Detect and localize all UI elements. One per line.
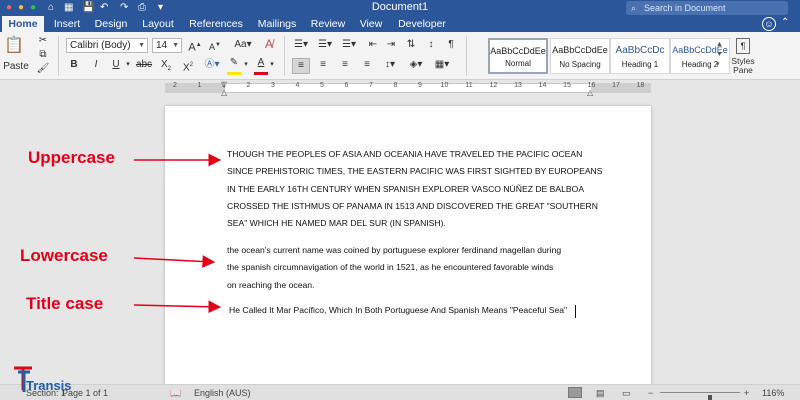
lowercase-arrow <box>133 255 216 268</box>
proofing-icon[interactable]: 📖 <box>170 387 181 399</box>
zoom-slider-thumb[interactable] <box>707 395 712 400</box>
outline-view-icon[interactable]: ▤ <box>596 387 605 399</box>
language-indicator[interactable]: English (AUS) <box>194 387 251 399</box>
annotation-arrows <box>133 153 222 314</box>
web-layout-view-icon[interactable]: ▭ <box>622 387 631 399</box>
zoom-in-icon[interactable]: + <box>744 387 749 399</box>
zoom-slider[interactable] <box>660 392 740 400</box>
status-bar: Section: 1 Page 1 of 1 📖 English (AUS) ▤… <box>0 384 800 400</box>
transis-logo: Transis <box>14 366 72 393</box>
zoom-level[interactable]: 116% <box>762 387 784 399</box>
logo-wordmark: Transis <box>26 378 72 393</box>
print-layout-view-icon[interactable] <box>568 387 582 398</box>
zoom-out-icon[interactable]: − <box>648 387 653 399</box>
titlecase-arrow <box>133 300 222 314</box>
